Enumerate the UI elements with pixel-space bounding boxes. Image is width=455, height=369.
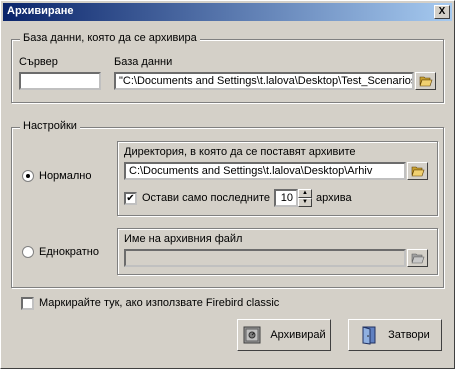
close-window-button[interactable]: X [434, 5, 450, 19]
filename-subgroup: Име на архивния файл [117, 228, 438, 275]
window-title: Архивиране [7, 5, 74, 17]
server-label: Сървер [19, 56, 58, 68]
browse-directory-button[interactable] [407, 162, 428, 180]
keep-last-stepper[interactable]: 10 ▲ ▼ [274, 189, 312, 207]
database-label: База данни [114, 56, 173, 68]
safe-icon [243, 326, 261, 344]
database-path-input[interactable]: "C:\Documents and Settings\t.lalova\Desk… [114, 72, 414, 90]
stepper-up-button[interactable]: ▲ [298, 189, 312, 198]
folder-open-icon [411, 166, 424, 177]
directory-subgroup: Директория, в която да се поставят архив… [117, 141, 438, 216]
once-radio[interactable] [22, 246, 34, 258]
exit-door-icon [362, 326, 376, 345]
database-group-legend: База данни, която да се архивира [20, 32, 200, 44]
settings-group-legend: Настройки [20, 120, 80, 132]
firebird-label: Маркирайте тук, ако използвате Firebird … [39, 297, 280, 309]
settings-group: Настройки Нормално Еднократно Директория… [11, 120, 444, 288]
archive-button[interactable]: Архивирай [237, 319, 331, 351]
close-button-label: Затвори [388, 329, 430, 341]
filename-legend: Име на архивния файл [124, 233, 243, 245]
filename-input[interactable] [124, 249, 406, 267]
server-input[interactable] [19, 72, 101, 90]
archive-dialog: Архивиране X База данни, която да се арх… [0, 0, 455, 369]
directory-path-input[interactable]: C:\Documents and Settings\t.lalova\Deskt… [124, 162, 406, 180]
once-label: Еднократно [39, 246, 99, 258]
folder-open-icon [411, 253, 424, 264]
normal-radio[interactable] [22, 170, 34, 182]
archive-button-label: Архивирай [270, 329, 326, 341]
keep-last-unit: архива [316, 192, 352, 204]
keep-last-count[interactable]: 10 [274, 189, 298, 207]
stepper-down-button[interactable]: ▼ [298, 198, 312, 207]
browse-database-button[interactable] [415, 72, 436, 90]
directory-legend: Директория, в която да се поставят архив… [124, 146, 356, 158]
keep-last-label: Остави само последните [142, 192, 271, 204]
firebird-checkbox[interactable] [21, 297, 34, 310]
title-bar[interactable]: Архивиране X [3, 3, 452, 21]
database-group: База данни, която да се архивира Сървер … [11, 32, 444, 103]
browse-filename-button[interactable] [407, 249, 428, 267]
normal-label: Нормално [39, 170, 92, 182]
keep-last-checkbox[interactable]: ✔ [124, 192, 137, 205]
folder-open-icon [419, 76, 432, 87]
close-button[interactable]: Затвори [348, 319, 442, 351]
